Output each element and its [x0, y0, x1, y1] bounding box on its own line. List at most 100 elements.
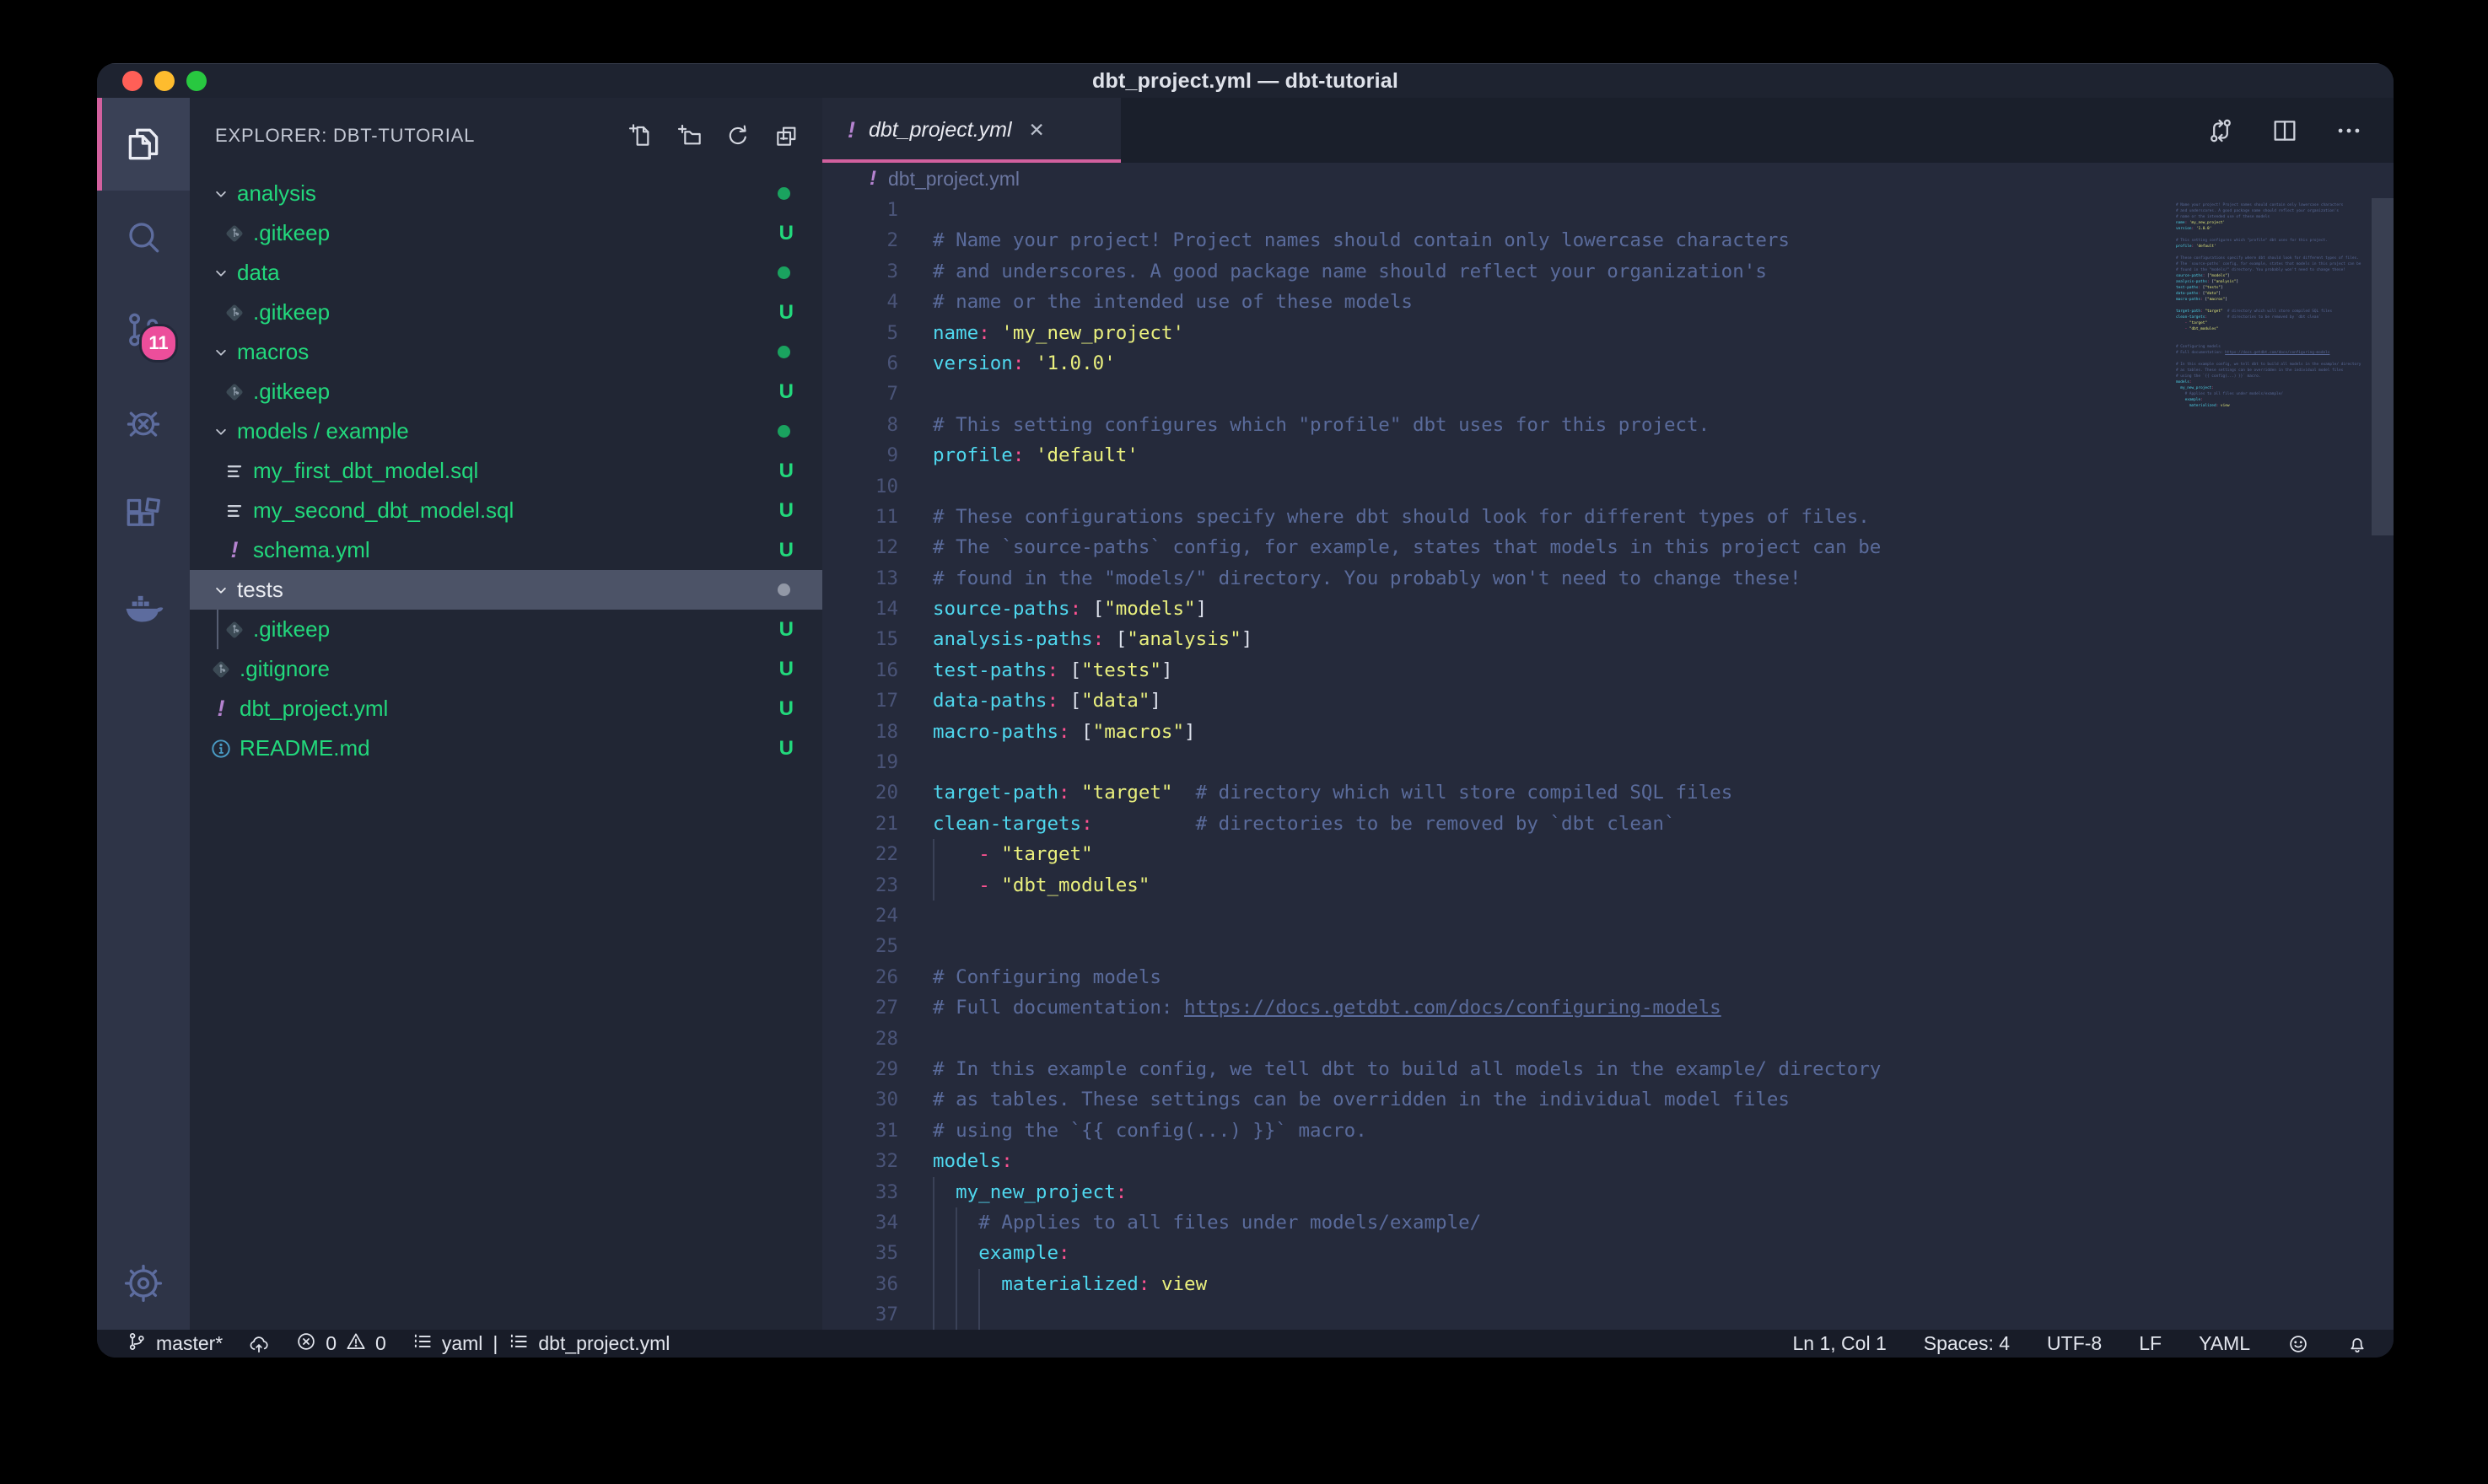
- code-line-27[interactable]: 27# Full documentation: https://docs.get…: [822, 992, 2394, 1023]
- activity-item-search[interactable]: [97, 191, 190, 283]
- code-line-17[interactable]: 17data-paths: ["data"]: [822, 686, 2394, 716]
- tree-item-label: .gitkeep: [253, 616, 330, 643]
- code-line-12[interactable]: 12# The `source-paths` config, for examp…: [822, 532, 2394, 562]
- code-line-30[interactable]: 30# as tables. These settings can be ove…: [822, 1084, 2394, 1115]
- tree-item-label: my_first_dbt_model.sql: [253, 458, 478, 484]
- line-number: 27: [822, 992, 933, 1023]
- code-line-14[interactable]: 14source-paths: ["models"]: [822, 594, 2394, 624]
- problems-indicator[interactable]: 0 0: [295, 1331, 386, 1358]
- tree-item-my-second-dbt-model-sql[interactable]: my_second_dbt_model.sqlU: [190, 491, 822, 530]
- modified-dot-badge: [778, 266, 790, 279]
- close-tab-icon[interactable]: ✕: [1029, 119, 1045, 142]
- refresh-explorer-button[interactable]: [724, 122, 751, 149]
- line-number: 6: [822, 348, 933, 379]
- tree-item-macros[interactable]: macros: [190, 332, 822, 372]
- code-line-18[interactable]: 18macro-paths: ["macros"]: [822, 717, 2394, 747]
- activity-item-docker[interactable]: [97, 562, 190, 654]
- tree-item-dbt-project-yml[interactable]: !dbt_project.ymlU: [190, 689, 822, 729]
- tree-item-analysis[interactable]: analysis: [190, 174, 822, 213]
- git-branch-indicator[interactable]: master*: [126, 1331, 223, 1358]
- code-line-32[interactable]: 32models:: [822, 1146, 2394, 1176]
- warnings-icon: [345, 1331, 367, 1358]
- code-line-24[interactable]: 24: [822, 901, 2394, 931]
- notifications-bell-icon[interactable]: [2346, 1333, 2368, 1355]
- split-editor-button[interactable]: [2270, 116, 2299, 145]
- code-line-20[interactable]: 20target-path: "target" # directory whic…: [822, 777, 2394, 808]
- code-line-35[interactable]: 35 example:: [822, 1238, 2394, 1268]
- code-line-9[interactable]: 9profile: 'default': [822, 440, 2394, 470]
- code-line-11[interactable]: 11# These configurations specify where d…: [822, 502, 2394, 532]
- code-line-13[interactable]: 13# found in the "models/" directory. Yo…: [822, 563, 2394, 594]
- new-file-button[interactable]: [627, 122, 654, 149]
- code-line-34[interactable]: 34 # Applies to all files under models/e…: [822, 1207, 2394, 1238]
- code-line-36[interactable]: 36 materialized: view: [822, 1269, 2394, 1299]
- activity-item-source-control[interactable]: 11: [97, 283, 190, 376]
- info-file-icon: [208, 737, 234, 761]
- breadcrumb[interactable]: ! dbt_project.yml: [822, 163, 2394, 195]
- code-line-5[interactable]: 5name: 'my_new_project': [822, 318, 2394, 348]
- code-line-15[interactable]: 15analysis-paths: ["analysis"]: [822, 624, 2394, 654]
- feedback-smiley-icon[interactable]: [2287, 1333, 2309, 1355]
- code-line-29[interactable]: 29# In this example config, we tell dbt …: [822, 1054, 2394, 1084]
- code-line-23[interactable]: 23 - "dbt_modules": [822, 870, 2394, 901]
- code-line-33[interactable]: 33 my_new_project:: [822, 1177, 2394, 1207]
- tab-dbt-project-yml[interactable]: ! dbt_project.yml ✕: [822, 98, 1121, 163]
- collapse-folders-button[interactable]: [773, 122, 800, 149]
- code-line-4[interactable]: 4# name or the intended use of these mod…: [822, 287, 2394, 317]
- scrollbar-thumb[interactable]: [2372, 198, 2394, 535]
- tree-item-models-example[interactable]: models / example: [190, 411, 822, 451]
- tree-item-schema-yml[interactable]: !schema.ymlU: [190, 530, 822, 570]
- indentation-setting[interactable]: Spaces: 4: [1924, 1332, 2010, 1355]
- code-line-2[interactable]: 2# Name your project! Project names shou…: [822, 225, 2394, 255]
- code-line-37[interactable]: 37: [822, 1299, 2394, 1330]
- tree-item-gitignore[interactable]: .gitignoreU: [190, 649, 822, 689]
- activity-item-run-and-debug[interactable]: [97, 376, 190, 469]
- minimap-line: profile: 'default': [2176, 244, 2372, 250]
- code-line-3[interactable]: 3# and underscores. A good package name …: [822, 256, 2394, 287]
- encoding-setting[interactable]: UTF-8: [2047, 1332, 2102, 1355]
- open-changes-button[interactable]: [2206, 116, 2235, 145]
- code-line-26[interactable]: 26# Configuring models: [822, 962, 2394, 992]
- close-window-button[interactable]: [122, 71, 143, 91]
- code-line-10[interactable]: 10: [822, 471, 2394, 502]
- line-number: 14: [822, 594, 933, 624]
- code-line-21[interactable]: 21clean-targets: # directories to be rem…: [822, 809, 2394, 839]
- tree-item-tests[interactable]: tests: [190, 570, 822, 610]
- code-text: my_new_project:: [933, 1177, 1127, 1207]
- tree-item-gitkeep[interactable]: .gitkeepU: [190, 372, 822, 411]
- activity-item-extensions[interactable]: [97, 469, 190, 562]
- code-line-31[interactable]: 31# using the `{{ config(...) }}` macro.: [822, 1116, 2394, 1146]
- tree-item-gitkeep[interactable]: .gitkeepU: [190, 293, 822, 332]
- code-line-25[interactable]: 25: [822, 931, 2394, 961]
- new-folder-button[interactable]: [676, 122, 703, 149]
- minimize-window-button[interactable]: [154, 71, 175, 91]
- sync-changes-button[interactable]: [248, 1333, 270, 1355]
- code-line-16[interactable]: 16test-paths: ["tests"]: [822, 655, 2394, 686]
- code-editor[interactable]: 12# Name your project! Project names sho…: [822, 195, 2394, 1330]
- eol-setting[interactable]: LF: [2139, 1332, 2162, 1355]
- zoom-window-button[interactable]: [186, 71, 207, 91]
- cursor-position[interactable]: Ln 1, Col 1: [1793, 1332, 1887, 1355]
- tree-item-readme-md[interactable]: README.mdU: [190, 729, 822, 768]
- minimap[interactable]: # Name your project! Project names shoul…: [2176, 196, 2372, 415]
- more-actions-button[interactable]: [2335, 116, 2363, 145]
- activity-item-explorer[interactable]: [97, 98, 190, 191]
- line-number: 2: [822, 225, 933, 255]
- editor-mode-indicator[interactable]: yaml | dbt_project.yml: [412, 1331, 670, 1358]
- minimap-line: source-paths: ["models"]: [2176, 273, 2372, 279]
- code-line-1[interactable]: 1: [822, 195, 2394, 225]
- code-line-6[interactable]: 6version: '1.0.0': [822, 348, 2394, 379]
- tree-item-my-first-dbt-model-sql[interactable]: my_first_dbt_model.sqlU: [190, 451, 822, 491]
- code-line-22[interactable]: 22 - "target": [822, 839, 2394, 869]
- tree-item-gitkeep[interactable]: .gitkeepU: [190, 610, 822, 649]
- tree-item-data[interactable]: data: [190, 253, 822, 293]
- code-line-19[interactable]: 19: [822, 747, 2394, 777]
- code-line-8[interactable]: 8# This setting configures which "profil…: [822, 410, 2394, 440]
- tree-item-gitkeep[interactable]: .gitkeepU: [190, 213, 822, 253]
- language-mode[interactable]: YAML: [2199, 1332, 2250, 1355]
- activity-item-settings[interactable]: [97, 1237, 190, 1330]
- line-number: 21: [822, 809, 933, 839]
- code-line-28[interactable]: 28: [822, 1024, 2394, 1054]
- code-line-7[interactable]: 7: [822, 379, 2394, 409]
- code-text: profile: 'default': [933, 440, 1139, 470]
